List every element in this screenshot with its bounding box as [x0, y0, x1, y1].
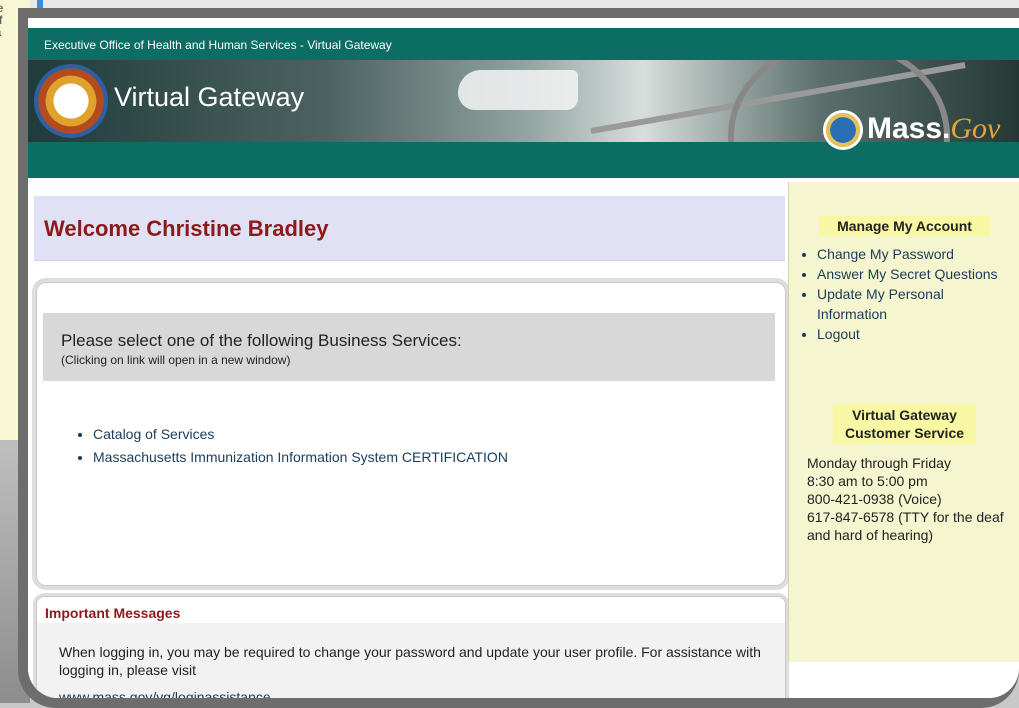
logout-link[interactable]: Logout	[817, 324, 1017, 344]
welcome-banner: Welcome Christine Bradley	[34, 196, 785, 261]
messages-header: Important Messages	[37, 597, 785, 623]
account-links: Change My Password Answer My Secret Ques…	[799, 244, 1017, 344]
manage-account-heading: Manage My Account	[789, 216, 1019, 236]
agency-name: Executive Office of Health and Human Ser…	[44, 38, 392, 52]
important-messages-panel: Important Messages When logging in, you …	[36, 596, 786, 698]
messages-heading: Important Messages	[45, 605, 181, 621]
services-note: (Clicking on link will open in a new win…	[61, 353, 291, 367]
state-seal-icon	[823, 110, 863, 150]
update-personal-info-link[interactable]: Update My Personal Information	[817, 284, 1017, 324]
gateway-window-frame: Executive Office of Health and Human Ser…	[18, 8, 1019, 708]
banner-title: Virtual Gateway	[114, 82, 305, 112]
background-top-strip	[30, 0, 1019, 8]
services-list: Catalog of Services Massachusetts Immuni…	[75, 423, 508, 469]
customer-service-info: Monday through Friday 8:30 am to 5:00 pm…	[807, 454, 1013, 544]
service-link-catalog[interactable]: Catalog of Services	[93, 423, 508, 446]
secret-questions-link[interactable]: Answer My Secret Questions	[817, 264, 1017, 284]
login-assistance-link[interactable]: www.mass.gov/vg/loginassistance.	[59, 689, 275, 698]
messages-body: When logging in, you may be required to …	[59, 644, 761, 678]
change-password-link[interactable]: Change My Password	[817, 244, 1017, 264]
services-prompt-box: Please select one of the following Busin…	[43, 313, 775, 381]
agency-topbar: Executive Office of Health and Human Ser…	[28, 28, 1019, 60]
background-window-text: ice Y f ea	[0, 2, 3, 38]
cs-hours-days: Monday through Friday	[807, 455, 951, 471]
cs-hours-time: 8:30 am to 5:00 pm	[807, 473, 928, 489]
customer-service-heading: Virtual Gateway Customer Service	[789, 404, 1019, 444]
service-link-miis-certification[interactable]: Massachusetts Immunization Information S…	[93, 446, 508, 469]
virtual-gateway-logo-icon	[34, 64, 108, 138]
background-blue-tab	[37, 0, 43, 8]
services-prompt: Please select one of the following Busin…	[61, 331, 462, 350]
welcome-title: Welcome Christine Bradley	[44, 216, 329, 241]
business-services-panel: Please select one of the following Busin…	[36, 282, 786, 586]
main-content: Welcome Christine Bradley Please select …	[28, 178, 788, 698]
cs-voice-phone: 800-421-0938 (Voice)	[807, 491, 942, 507]
massgov-wordmark: Mass.Gov	[867, 112, 1001, 145]
cs-tty-phone: 617-847-6578 (TTY for the deaf and hard …	[807, 509, 1004, 543]
gateway-page: Executive Office of Health and Human Ser…	[28, 18, 1019, 698]
massgov-logo[interactable]: Mass.Gov	[823, 106, 1013, 154]
account-sidebar: Manage My Account Change My Password Ans…	[788, 182, 1019, 662]
banner-photo-shoe	[458, 70, 578, 110]
